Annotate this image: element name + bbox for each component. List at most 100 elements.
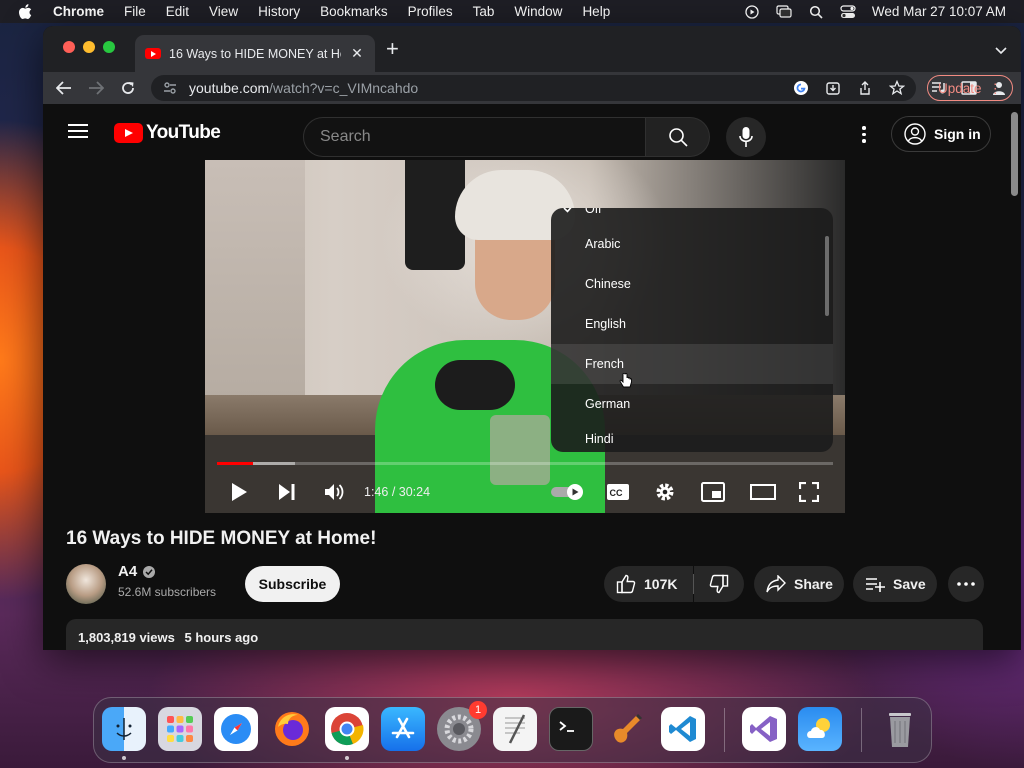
sign-in-button[interactable]: Sign in <box>891 116 991 152</box>
more-actions-button[interactable] <box>948 566 984 602</box>
page-scrollbar[interactable] <box>1007 104 1021 650</box>
menu-app-name[interactable]: Chrome <box>53 4 104 19</box>
autoplay-toggle-icon <box>551 484 583 500</box>
visual-studio-icon[interactable] <box>742 707 786 751</box>
tab-search-chevron-icon[interactable] <box>995 42 1007 60</box>
channel-name-row[interactable]: A4 <box>118 563 156 580</box>
close-window-button[interactable] <box>63 41 75 53</box>
caption-option-chinese[interactable]: Chinese <box>551 264 833 304</box>
close-tab-icon[interactable]: ✕ <box>349 45 365 62</box>
add-to-playlist-icon <box>866 578 885 592</box>
tab-youtube[interactable]: 16 Ways to HIDE MONEY at Home! - YouTube… <box>135 35 375 72</box>
caption-option-arabic[interactable]: Arabic <box>551 224 833 264</box>
now-playing-icon[interactable] <box>744 4 760 19</box>
terminal-icon[interactable] <box>549 707 593 751</box>
url-host: youtube.com <box>189 80 270 96</box>
channel-avatar[interactable] <box>66 564 106 604</box>
menu-bookmarks[interactable]: Bookmarks <box>320 4 388 19</box>
site-info-icon[interactable] <box>163 81 177 95</box>
firefox-icon[interactable] <box>270 707 314 751</box>
chrome-menu-icon[interactable]: ⋮ <box>989 81 1003 97</box>
voice-search-button[interactable] <box>726 117 766 157</box>
spotlight-search-icon[interactable] <box>808 5 824 19</box>
video-player[interactable]: Off Arabic Chinese English French German… <box>205 160 845 513</box>
system-settings-icon[interactable]: 1 <box>437 701 487 751</box>
youtube-page: YouTube Search Sign in Off Arabic Chines… <box>43 104 1021 650</box>
menubar-clock[interactable]: Wed Mar 27 10:07 AM <box>872 4 1006 19</box>
youtube-logo[interactable]: YouTube <box>114 122 221 144</box>
menu-help[interactable]: Help <box>582 4 610 19</box>
app-store-icon[interactable] <box>381 707 425 751</box>
minimize-window-button[interactable] <box>83 41 95 53</box>
subtitles-button[interactable]: CC <box>605 480 631 504</box>
play-button[interactable] <box>227 480 251 504</box>
apple-menu-icon[interactable] <box>18 3 34 20</box>
menu-window[interactable]: Window <box>514 4 562 19</box>
captions-menu-scrollbar[interactable] <box>825 236 829 316</box>
search-button[interactable] <box>646 117 710 157</box>
channel-name[interactable]: A4 <box>118 563 137 580</box>
caption-option-label: Chinese <box>585 277 631 291</box>
back-button[interactable] <box>55 80 73 96</box>
page-scrollbar-thumb[interactable] <box>1011 112 1018 196</box>
finder-icon[interactable] <box>102 707 146 751</box>
menu-profiles[interactable]: Profiles <box>408 4 453 19</box>
textedit-icon[interactable] <box>493 707 537 751</box>
garageband-icon[interactable] <box>605 707 649 751</box>
skip-next-icon <box>279 484 295 500</box>
dislike-button[interactable] <box>694 566 744 602</box>
control-center-icon[interactable] <box>840 4 856 19</box>
weather-icon[interactable] <box>798 707 842 751</box>
menu-tab[interactable]: Tab <box>473 4 495 19</box>
subscribe-button[interactable]: Subscribe <box>245 566 340 602</box>
launchpad-icon[interactable] <box>158 707 202 751</box>
menu-view[interactable]: View <box>209 4 238 19</box>
caption-option-german[interactable]: German <box>551 384 833 424</box>
chrome-icon[interactable] <box>325 707 369 751</box>
caption-option-label: Off <box>585 208 602 216</box>
reload-button[interactable] <box>119 80 137 96</box>
menu-edit[interactable]: Edit <box>166 4 189 19</box>
settings-button[interactable] <box>653 480 677 504</box>
share-page-icon[interactable] <box>856 80 874 96</box>
trash-icon[interactable] <box>878 707 922 751</box>
bookmark-star-icon[interactable] <box>888 80 906 96</box>
description-box[interactable]: 1,803,819 views 5 hours ago <box>66 619 983 650</box>
install-app-icon[interactable] <box>824 80 842 96</box>
played-bar <box>217 462 253 465</box>
search-input[interactable]: Search <box>303 117 646 157</box>
settings-kebab-icon[interactable] <box>859 126 869 148</box>
caption-option-french[interactable]: French <box>551 344 833 384</box>
mute-button[interactable] <box>323 480 347 504</box>
share-button[interactable]: Share <box>754 566 844 602</box>
video-frame-wall <box>205 160 305 400</box>
zoom-window-button[interactable] <box>103 41 115 53</box>
hamburger-menu-icon[interactable] <box>68 124 88 138</box>
miniplayer-button[interactable] <box>701 480 725 504</box>
address-bar[interactable]: youtube.com/watch?v=c_VIMncahdo <box>151 75 916 101</box>
checkmark-icon <box>563 208 575 216</box>
google-lens-icon[interactable] <box>792 80 810 96</box>
update-button[interactable]: Update ⋮ <box>927 75 1013 101</box>
autoplay-toggle[interactable] <box>550 480 586 504</box>
time-display: 1:46 / 30:24 <box>364 485 431 499</box>
upload-age: 5 hours ago <box>184 630 259 645</box>
screen-mirroring-icon[interactable] <box>776 4 792 19</box>
fullscreen-button[interactable] <box>797 480 821 504</box>
menu-history[interactable]: History <box>258 4 300 19</box>
next-video-button[interactable] <box>275 480 299 504</box>
vscode-icon[interactable] <box>661 707 705 751</box>
menu-file[interactable]: File <box>124 4 146 19</box>
safari-icon[interactable] <box>214 707 258 751</box>
caption-option-label: Arabic <box>585 237 621 251</box>
caption-option-hindi[interactable]: Hindi <box>551 424 833 452</box>
new-tab-button[interactable]: + <box>386 38 399 60</box>
save-button[interactable]: Save <box>853 566 937 602</box>
dock-separator <box>724 708 725 752</box>
forward-button[interactable] <box>87 80 105 96</box>
like-button[interactable]: 107K <box>604 566 693 602</box>
video-progress-bar[interactable] <box>217 462 833 465</box>
caption-option-off[interactable]: Off <box>551 208 833 224</box>
theater-mode-button[interactable] <box>749 480 777 504</box>
caption-option-english[interactable]: English <box>551 304 833 344</box>
